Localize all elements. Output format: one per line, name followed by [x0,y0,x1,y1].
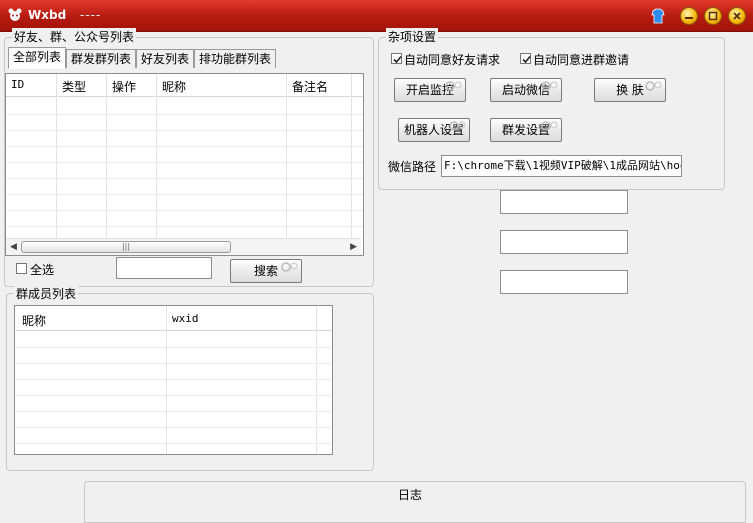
contacts-table-header: ID 类型 操作 昵称 备注名 [6,74,363,97]
column-nickname[interactable]: 昵称 [162,78,186,95]
contacts-horizontal-scrollbar[interactable]: ◀ ||| ▶ [6,238,361,255]
auto-accept-friend-label: 自动同意好友请求 [404,53,501,67]
extra-input-1[interactable] [500,190,628,214]
scrollbar-thumb[interactable]: ||| [21,241,231,253]
change-skin-label: 换 肤 [616,83,644,97]
friends-panel-legend: 好友、群、公众号列表 [12,28,137,45]
window-subtitle: ---- [80,8,102,22]
extra-input-2[interactable] [500,230,628,254]
scroll-right-icon[interactable]: ▶ [350,242,357,252]
window-title: Wxbd [28,8,67,22]
auto-accept-group-label: 自动同意进群邀请 [533,53,630,67]
column-remark[interactable]: 备注名 [292,78,328,95]
contacts-table[interactable]: ID 类型 操作 昵称 备注名 [5,73,364,256]
change-skin-button[interactable]: 换 肤 [594,78,666,102]
robot-settings-button[interactable]: 机器人设置 [398,118,470,142]
mass-send-settings-button[interactable]: 群发设置 [490,118,562,142]
extra-input-3[interactable] [500,270,628,294]
tab-mass-send-groups[interactable]: 群发群列表 [66,49,137,68]
gear-deco-icon [541,121,558,131]
app-icon [7,7,23,23]
wechat-path-label: 微信路径 [388,160,437,174]
gear-deco-icon [541,81,558,91]
log-panel-legend: 日志 [396,486,425,503]
members-panel-legend: 群成员列表 [14,285,79,302]
search-button-label: 搜索 [253,264,278,278]
tab-friends[interactable]: 好友列表 [136,49,195,68]
select-all-checkbox[interactable] [16,263,27,274]
search-input[interactable] [116,257,212,279]
auto-accept-group-checkbox[interactable] [520,53,531,64]
tab-all-list[interactable]: 全部列表 [8,47,67,69]
gear-deco-icon [445,81,462,91]
members-table-header: 昵称 wxid [15,306,332,331]
gear-deco-icon [645,81,662,91]
start-monitor-button[interactable]: 开启监控 [394,78,466,102]
tab-function-groups[interactable]: 排功能群列表 [194,49,277,68]
minimize-button[interactable] [680,7,698,25]
search-button[interactable]: 搜索 [230,259,302,283]
list-tabs: 全部列表 群发群列表 好友列表 排功能群列表 [8,47,277,69]
wechat-path-input[interactable]: F:\chrome下载\1视频VIP破解\1成品网站\hook [441,155,682,177]
skin-icon[interactable] [650,8,666,27]
members-table[interactable]: 昵称 wxid [14,305,333,455]
column-member-wxid[interactable]: wxid [172,312,199,325]
gear-deco-icon [449,121,466,131]
column-member-nickname[interactable]: 昵称 [22,312,46,329]
auto-accept-friend-checkbox[interactable] [391,53,402,64]
maximize-button[interactable] [704,7,722,25]
misc-settings-legend: 杂项设置 [386,28,439,45]
select-all-label: 全选 [30,263,55,277]
column-type[interactable]: 类型 [62,78,86,95]
gear-deco-icon [281,262,298,272]
column-action[interactable]: 操作 [112,78,136,95]
close-button[interactable] [728,7,746,25]
column-id[interactable]: ID [11,78,24,91]
scroll-left-icon[interactable]: ◀ [10,242,17,252]
start-wechat-button[interactable]: 启动微信 [490,78,562,102]
